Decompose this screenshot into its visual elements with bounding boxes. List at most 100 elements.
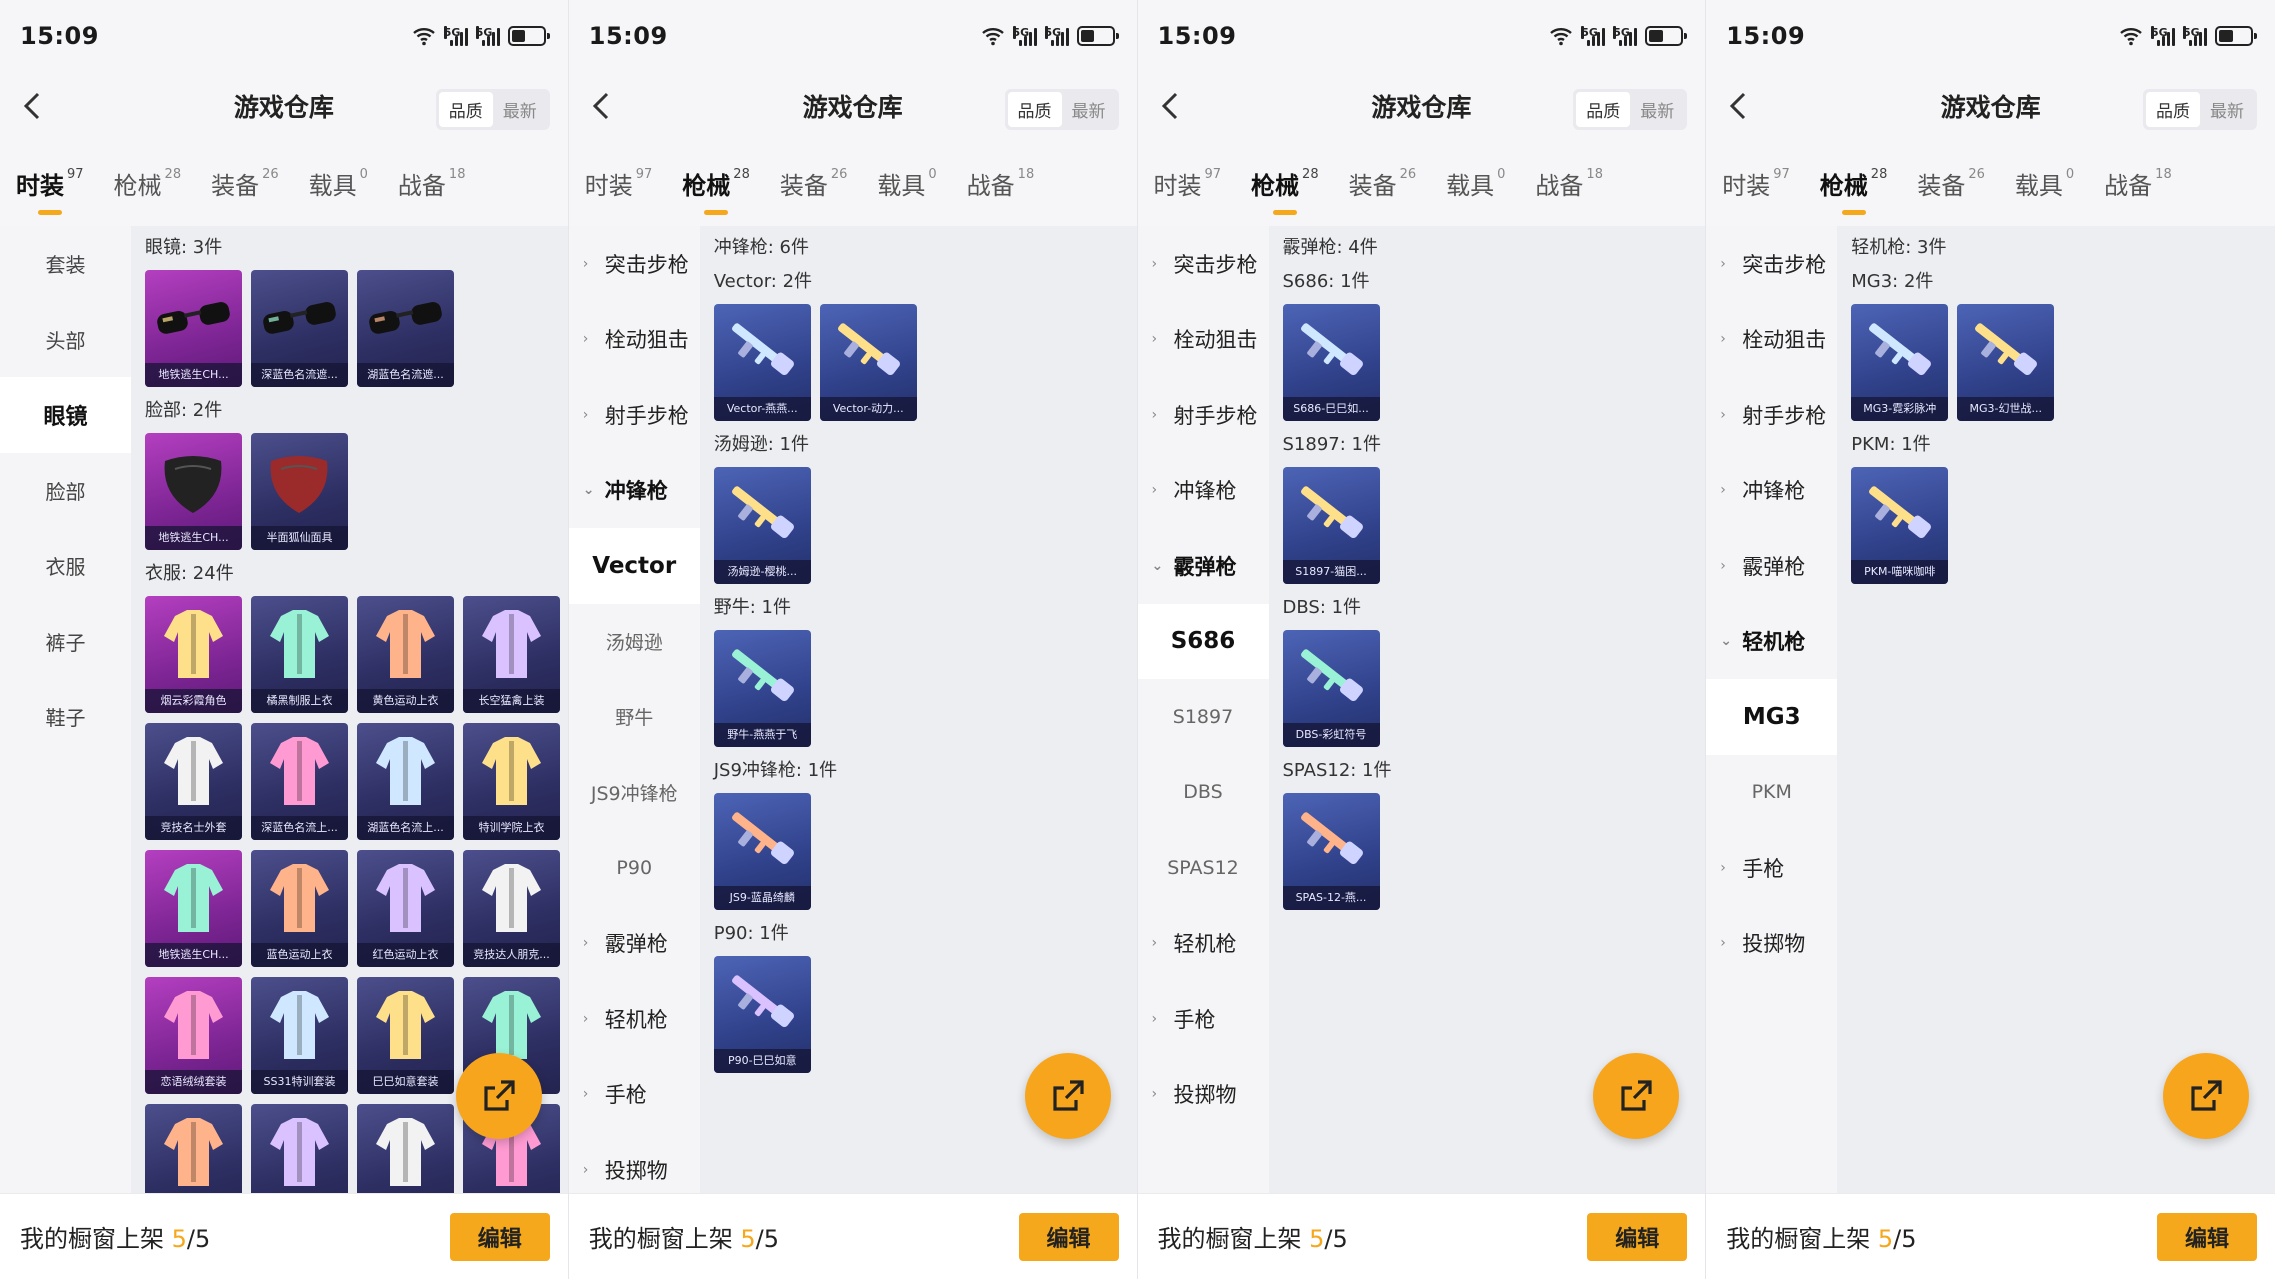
item-card[interactable]: S686-巳巳如... bbox=[1282, 304, 1380, 421]
tab-0[interactable]: 时装 97 bbox=[16, 166, 84, 215]
item-card[interactable]: 湖蓝色名流上... bbox=[357, 723, 454, 840]
share-button[interactable] bbox=[1024, 1053, 1111, 1139]
sidebar-item[interactable]: 套装 bbox=[0, 226, 131, 302]
sidebar-group-lmg[interactable]: › 轻机枪 bbox=[1138, 906, 1269, 982]
item-card[interactable]: 红色运动上衣 bbox=[357, 850, 454, 967]
item-card[interactable] bbox=[251, 1104, 348, 1193]
sidebar-group-lmg[interactable]: › 轻机枪 bbox=[569, 981, 700, 1057]
sidebar-sub-item[interactable]: S1897 bbox=[1138, 679, 1269, 755]
sidebar-group-shotgun[interactable]: › 霰弹枪 bbox=[1706, 528, 1837, 604]
sort-newest-button[interactable]: 最新 bbox=[493, 92, 547, 127]
sidebar-sub-item[interactable]: JS9冲锋枪 bbox=[569, 755, 700, 831]
tab-4[interactable]: 战备 18 bbox=[1535, 166, 1603, 201]
sort-newest-button[interactable]: 最新 bbox=[1062, 92, 1116, 127]
share-button[interactable] bbox=[455, 1053, 542, 1139]
tab-2[interactable]: 装备 26 bbox=[780, 166, 848, 201]
sidebar-group-smg[interactable]: ⌄ 冲锋枪 bbox=[569, 453, 700, 529]
item-card[interactable]: 蓝色运动上衣 bbox=[251, 850, 348, 967]
item-card[interactable]: PKM-喵咪咖啡 bbox=[1851, 467, 1949, 584]
item-card[interactable]: Vector-动力... bbox=[819, 304, 917, 421]
sidebar-group-marksman[interactable]: › 射手步枪 bbox=[569, 377, 700, 453]
tab-1[interactable]: 枪械 28 bbox=[114, 166, 182, 201]
sort-quality-button[interactable]: 品质 bbox=[438, 92, 493, 127]
item-card[interactable]: 特训学院上衣 bbox=[463, 723, 560, 840]
back-button[interactable] bbox=[12, 86, 52, 126]
sidebar-group-shotgun[interactable]: ⌄ 霰弹枪 bbox=[1138, 528, 1269, 604]
back-button[interactable] bbox=[1150, 86, 1190, 126]
sidebar-group-assault[interactable]: › 突击步枪 bbox=[569, 226, 700, 302]
sort-quality-button[interactable]: 品质 bbox=[1007, 92, 1062, 127]
item-card[interactable]: MG3-幻世战... bbox=[1957, 304, 2055, 421]
sidebar-sub-item[interactable]: Vector bbox=[568, 528, 700, 604]
item-card[interactable]: 半面狐仙面具 bbox=[251, 433, 348, 550]
sort-quality-button[interactable]: 品质 bbox=[1576, 92, 1631, 127]
sidebar-group-bolt[interactable]: › 栓动狙击 bbox=[1706, 302, 1837, 378]
tab-1[interactable]: 枪械 28 bbox=[1251, 166, 1319, 215]
tab-4[interactable]: 战备 18 bbox=[967, 166, 1035, 201]
sort-newest-button[interactable]: 最新 bbox=[2200, 92, 2254, 127]
tab-2[interactable]: 装备 26 bbox=[211, 166, 279, 201]
edit-button[interactable]: 编辑 bbox=[1587, 1212, 1688, 1261]
tab-0[interactable]: 时装 97 bbox=[1154, 166, 1222, 201]
tab-4[interactable]: 战备 18 bbox=[2104, 166, 2172, 201]
item-card[interactable]: Vector-燕燕... bbox=[713, 304, 811, 421]
item-card[interactable]: 橘黑制服上衣 bbox=[251, 596, 348, 713]
sidebar-group-assault[interactable]: › 突击步枪 bbox=[1706, 226, 1837, 302]
sidebar-item[interactable]: 头部 bbox=[0, 302, 131, 378]
sidebar-group-throw[interactable]: › 投掷物 bbox=[1138, 1057, 1269, 1133]
sidebar-sub-item[interactable]: S686 bbox=[1137, 603, 1269, 679]
sidebar-sub-item[interactable]: 野牛 bbox=[569, 679, 700, 755]
back-button[interactable] bbox=[1718, 86, 1758, 126]
item-card[interactable]: P90-巳巳如意 bbox=[713, 956, 811, 1073]
back-button[interactable] bbox=[581, 86, 621, 126]
sidebar-group-throw[interactable]: › 投掷物 bbox=[569, 1132, 700, 1193]
item-card[interactable]: 长空猛禽上装 bbox=[463, 596, 560, 713]
sidebar-sub-item[interactable]: DBS bbox=[1138, 755, 1269, 831]
share-button[interactable] bbox=[2163, 1053, 2249, 1139]
edit-button[interactable]: 编辑 bbox=[449, 1212, 550, 1261]
sidebar-sub-item[interactable]: P90 bbox=[569, 830, 700, 906]
sidebar-group-bolt[interactable]: › 栓动狙击 bbox=[1138, 302, 1269, 378]
sort-newest-button[interactable]: 最新 bbox=[1630, 92, 1684, 127]
item-card[interactable]: 地铁逃生CH... bbox=[145, 850, 242, 967]
tab-4[interactable]: 战备 18 bbox=[398, 166, 466, 201]
tab-1[interactable]: 枪械 28 bbox=[1820, 166, 1887, 215]
item-card[interactable]: 烟云彩霞角色 bbox=[145, 596, 242, 713]
item-card[interactable] bbox=[145, 1104, 242, 1193]
tab-3[interactable]: 载具 0 bbox=[877, 166, 936, 201]
item-card[interactable]: SS31特训套装 bbox=[251, 977, 348, 1094]
item-card[interactable]: MG3-霓彩脉冲 bbox=[1851, 304, 1949, 421]
item-card[interactable]: SPAS-12-燕... bbox=[1282, 793, 1380, 910]
sidebar-item[interactable]: 眼镜 bbox=[0, 377, 131, 453]
item-card[interactable]: 湖蓝色名流遮... bbox=[357, 270, 454, 387]
item-card[interactable]: 地铁逃生CH... bbox=[145, 433, 242, 550]
sidebar-group-smg[interactable]: › 冲锋枪 bbox=[1706, 453, 1837, 529]
item-card[interactable]: 汤姆逊-樱桃... bbox=[713, 467, 811, 584]
sidebar-item[interactable]: 裤子 bbox=[0, 604, 131, 680]
item-card[interactable] bbox=[357, 1104, 454, 1193]
item-card[interactable]: 深蓝色名流遮... bbox=[251, 270, 348, 387]
tab-3[interactable]: 载具 0 bbox=[309, 166, 368, 201]
tab-2[interactable]: 装备 26 bbox=[1917, 166, 1985, 201]
sidebar-group-assault[interactable]: › 突击步枪 bbox=[1138, 226, 1269, 302]
item-card[interactable]: 深蓝色名流上... bbox=[251, 723, 348, 840]
tab-3[interactable]: 载具 0 bbox=[1446, 166, 1505, 201]
edit-button[interactable]: 编辑 bbox=[1018, 1212, 1119, 1261]
sidebar-group-shotgun[interactable]: › 霰弹枪 bbox=[569, 906, 700, 982]
sort-quality-button[interactable]: 品质 bbox=[2146, 92, 2200, 127]
sidebar-group-lmg[interactable]: ⌄ 轻机枪 bbox=[1706, 604, 1837, 680]
tab-0[interactable]: 时装 97 bbox=[585, 166, 653, 201]
sidebar-item[interactable]: 衣服 bbox=[0, 528, 131, 604]
sidebar-group-marksman[interactable]: › 射手步枪 bbox=[1706, 377, 1837, 453]
sidebar-group-throw[interactable]: › 投掷物 bbox=[1706, 906, 1837, 982]
item-card[interactable]: 竞技达人朋克... bbox=[463, 850, 560, 967]
item-card[interactable]: 恋语绒绒套装 bbox=[145, 977, 242, 1094]
sidebar-group-bolt[interactable]: › 栓动狙击 bbox=[569, 302, 700, 378]
tab-2[interactable]: 装备 26 bbox=[1349, 166, 1417, 201]
edit-button[interactable]: 编辑 bbox=[2157, 1212, 2257, 1261]
sidebar-group-pistol[interactable]: › 手枪 bbox=[1138, 981, 1269, 1057]
tab-0[interactable]: 时装 97 bbox=[1722, 166, 1790, 201]
item-card[interactable]: JS9-蓝晶绮麟 bbox=[713, 793, 811, 910]
sidebar-sub-item[interactable]: 汤姆逊 bbox=[569, 604, 700, 680]
item-card[interactable]: 地铁逃生CH... bbox=[145, 270, 242, 387]
